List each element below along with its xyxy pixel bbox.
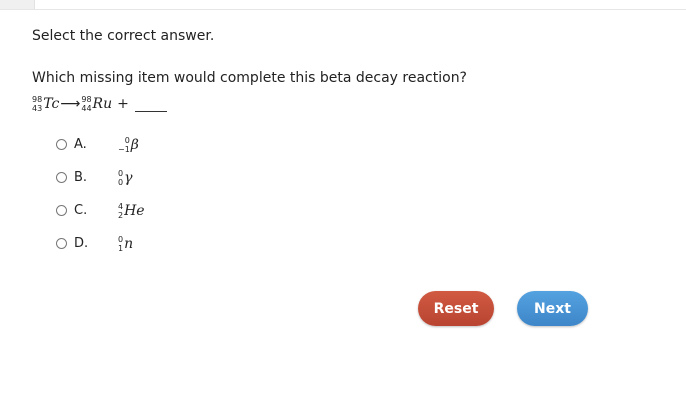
option-nuclide: 0 0 γ (118, 169, 132, 187)
option-d[interactable]: D. 0 1 n (56, 227, 145, 260)
decay-equation: 98 43 Tc ⟶ 98 44 Ru + (32, 93, 167, 115)
option-letter: B. (74, 170, 88, 185)
top-bar (0, 0, 686, 10)
radio-button[interactable] (56, 238, 67, 249)
radio-button[interactable] (56, 139, 67, 150)
answer-blank (134, 97, 167, 112)
reactant-atomic-number: 43 (32, 104, 43, 113)
option-b[interactable]: B. 0 0 γ (56, 161, 145, 194)
reactant-nuclide: 98 43 Tc (32, 95, 59, 113)
plus-sign: + (117, 96, 129, 112)
option-c[interactable]: C. 4 2 He (56, 194, 145, 227)
product-atomic-number: 44 (81, 104, 92, 113)
option-letter: A. (74, 137, 87, 152)
reaction-arrow: ⟶ (60, 96, 81, 112)
question-text: Which missing item would complete this b… (32, 70, 467, 86)
option-mass-number: 0 (124, 135, 130, 145)
product-symbol: Ru (92, 96, 113, 112)
reset-button[interactable]: Reset (418, 291, 494, 326)
option-letter: D. (74, 236, 89, 251)
option-letter: C. (74, 203, 88, 218)
top-tab[interactable] (0, 0, 35, 9)
radio-button[interactable] (56, 172, 67, 183)
answer-options: A. 0 −1 β B. 0 0 γ C. 4 2 He D. 0 1 n (56, 128, 145, 260)
product-nuclide: 98 44 Ru (81, 95, 112, 113)
option-symbol: n (124, 235, 134, 252)
radio-button[interactable] (56, 205, 67, 216)
product-mass-number: 98 (81, 95, 92, 104)
option-nuclide: 0 −1 β (118, 136, 139, 154)
option-symbol: β (130, 136, 139, 153)
option-symbol: γ (124, 169, 133, 186)
option-symbol: He (124, 202, 145, 219)
option-mass-number: 0 (118, 234, 124, 244)
option-atomic-number: −1 (118, 144, 130, 154)
option-mass-number: 4 (118, 201, 124, 211)
option-a[interactable]: A. 0 −1 β (56, 128, 145, 161)
reactant-mass-number: 98 (32, 95, 43, 104)
instruction-text: Select the correct answer. (32, 28, 215, 44)
reactant-symbol: Tc (43, 96, 60, 112)
option-atomic-number: 0 (118, 177, 124, 187)
next-button[interactable]: Next (517, 291, 588, 326)
option-nuclide: 4 2 He (118, 202, 145, 220)
option-nuclide: 0 1 n (118, 235, 133, 253)
option-atomic-number: 2 (118, 210, 124, 220)
option-mass-number: 0 (118, 168, 124, 178)
option-atomic-number: 1 (118, 243, 124, 253)
